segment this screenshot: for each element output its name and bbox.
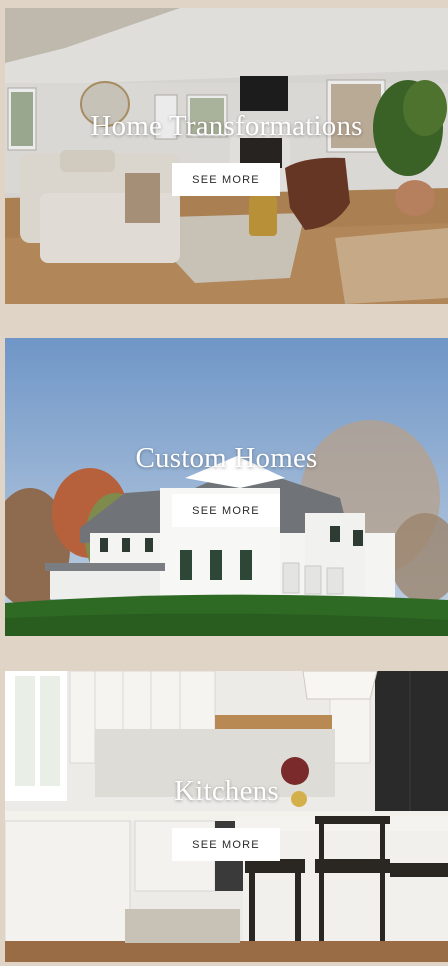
card-title: Custom Homes (135, 442, 318, 474)
see-more-button[interactable]: SEE MORE (172, 163, 280, 196)
kitchen-photo (5, 671, 448, 962)
card-home-transformations[interactable]: Home Transformations SEE MORE (5, 8, 448, 304)
see-more-button[interactable]: SEE MORE (172, 494, 280, 527)
living-room-photo (5, 8, 448, 304)
farmhouse-exterior-photo (5, 338, 448, 636)
card-title: Kitchens (174, 775, 279, 807)
card-title: Home Transformations (90, 110, 363, 142)
see-more-button[interactable]: SEE MORE (172, 828, 280, 861)
card-custom-homes[interactable]: Custom Homes SEE MORE (5, 338, 448, 636)
card-kitchens[interactable]: Kitchens SEE MORE (5, 671, 448, 962)
